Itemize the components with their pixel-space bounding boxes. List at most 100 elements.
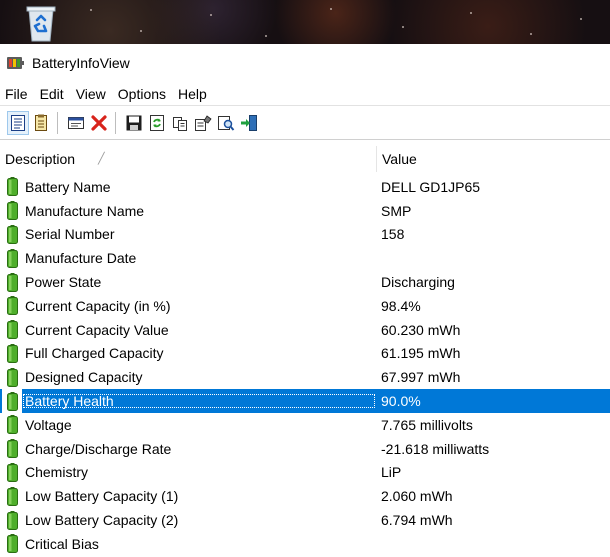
star bbox=[330, 8, 332, 10]
list-row[interactable]: Current Capacity Value 60.230 mWh bbox=[0, 318, 610, 342]
star bbox=[140, 30, 142, 32]
menu-options[interactable]: Options bbox=[112, 83, 172, 105]
battery-icon bbox=[2, 318, 22, 342]
star bbox=[210, 14, 212, 16]
list-row[interactable]: Low Battery Capacity (2) 6.794 mWh bbox=[0, 508, 610, 532]
menu-bar: File Edit View Options Help bbox=[0, 83, 610, 105]
row-value: 61.195 mWh bbox=[381, 345, 461, 362]
star bbox=[580, 18, 582, 20]
row-description: Low Battery Capacity (2) bbox=[25, 512, 179, 529]
battery-icon bbox=[2, 199, 22, 223]
copy-button[interactable] bbox=[169, 111, 191, 135]
star bbox=[402, 26, 404, 28]
row-value: -21.618 milliwatts bbox=[381, 440, 490, 457]
list-row[interactable]: Manufacture Name SMP bbox=[0, 199, 610, 223]
list-header: Description ╱ Value bbox=[0, 146, 610, 172]
list-row[interactable]: Chemistry LiP bbox=[0, 461, 610, 485]
row-description: Full Charged Capacity bbox=[25, 345, 164, 362]
battery-icon bbox=[2, 413, 22, 437]
battery-icon bbox=[2, 532, 22, 556]
column-header-description[interactable]: Description ╱ bbox=[0, 146, 376, 172]
save-button[interactable] bbox=[123, 111, 145, 135]
list-row[interactable]: Low Battery Capacity (1) 2.060 mWh bbox=[0, 484, 610, 508]
row-value: LiP bbox=[381, 464, 402, 481]
row-value: 60.230 mWh bbox=[381, 321, 461, 338]
sort-ascending-icon: ╱ bbox=[98, 153, 105, 165]
row-description: Serial Number bbox=[25, 226, 115, 243]
row-value: 67.997 mWh bbox=[381, 369, 461, 386]
row-description: Power State bbox=[25, 274, 102, 291]
battery-icon bbox=[2, 223, 22, 247]
recycle-bin-icon[interactable] bbox=[24, 4, 58, 42]
find-icon bbox=[217, 114, 235, 132]
delete-icon bbox=[90, 114, 108, 132]
list-row[interactable]: Battery Health 90.0% bbox=[0, 389, 610, 413]
exit-icon bbox=[240, 114, 258, 132]
star bbox=[90, 9, 92, 11]
toolbar-separator bbox=[115, 111, 116, 134]
window-title: BatteryInfoView bbox=[32, 54, 130, 71]
row-value: Discharging bbox=[381, 274, 455, 291]
row-description: Low Battery Capacity (1) bbox=[25, 488, 179, 505]
copy-icon bbox=[171, 114, 189, 132]
column-header-description-label: Description bbox=[5, 151, 76, 167]
battery-icon bbox=[2, 342, 22, 366]
list-row[interactable]: Serial Number 158 bbox=[0, 223, 610, 247]
row-description: Battery Health bbox=[22, 393, 376, 409]
row-value: 7.765 millivolts bbox=[381, 416, 473, 433]
row-description: Designed Capacity bbox=[25, 369, 143, 386]
find-button[interactable] bbox=[215, 111, 237, 135]
row-description: Current Capacity (in %) bbox=[25, 297, 171, 314]
battery-info-mode-button[interactable] bbox=[7, 110, 29, 135]
menu-edit[interactable]: Edit bbox=[34, 83, 70, 105]
battery-log-mode-button[interactable] bbox=[30, 111, 52, 135]
battery-icon bbox=[2, 389, 22, 413]
list-row[interactable]: Power State Discharging bbox=[0, 270, 610, 294]
row-description: Battery Name bbox=[25, 178, 111, 195]
list-row[interactable]: Current Capacity (in %) 98.4% bbox=[0, 294, 610, 318]
row-description: Manufacture Date bbox=[25, 250, 137, 267]
refresh-button[interactable] bbox=[146, 111, 168, 135]
battery-info-mode-icon bbox=[10, 114, 26, 132]
list-row[interactable]: Manufacture Date bbox=[0, 246, 610, 270]
star bbox=[265, 35, 267, 37]
battery-log-mode-icon bbox=[33, 114, 49, 132]
star bbox=[470, 12, 472, 14]
delete-button[interactable] bbox=[88, 111, 110, 135]
menu-file[interactable]: File bbox=[0, 83, 34, 105]
battery-icon bbox=[2, 175, 22, 199]
list-row[interactable]: Voltage 7.765 millivolts bbox=[0, 413, 610, 437]
list-row[interactable]: Charge/Discharge Rate -21.618 milliwatts bbox=[0, 437, 610, 461]
properties-window-button[interactable] bbox=[65, 111, 87, 135]
column-header-value-label: Value bbox=[382, 151, 417, 167]
list-row[interactable]: Critical Bias bbox=[0, 532, 610, 556]
save-icon bbox=[125, 114, 143, 132]
html-report-icon bbox=[194, 114, 212, 132]
list-row[interactable]: Designed Capacity 67.997 mWh bbox=[0, 365, 610, 389]
battery-icon bbox=[2, 270, 22, 294]
toolbar-separator bbox=[57, 111, 58, 134]
row-value: SMP bbox=[381, 202, 412, 219]
exit-button[interactable] bbox=[238, 111, 260, 135]
battery-icon bbox=[2, 508, 22, 532]
row-description: Voltage bbox=[25, 416, 72, 433]
refresh-icon bbox=[148, 114, 166, 132]
row-description: Chemistry bbox=[25, 464, 89, 481]
battery-icon bbox=[2, 484, 22, 508]
menu-help[interactable]: Help bbox=[172, 83, 213, 105]
column-header-value[interactable]: Value bbox=[376, 146, 610, 172]
html-report-button[interactable] bbox=[192, 111, 214, 135]
battery-icon bbox=[2, 294, 22, 318]
properties-window-icon bbox=[67, 115, 85, 131]
battery-icon bbox=[2, 437, 22, 461]
row-value: 98.4% bbox=[381, 297, 421, 314]
row-value: 2.060 mWh bbox=[381, 488, 453, 505]
list-row[interactable]: Full Charged Capacity 61.195 mWh bbox=[0, 342, 610, 366]
title-bar[interactable]: BatteryInfoView bbox=[0, 44, 610, 81]
list-row[interactable]: Battery Name DELL GD1JP65 bbox=[0, 175, 610, 199]
row-value: 90.0% bbox=[381, 393, 421, 410]
row-description: Charge/Discharge Rate bbox=[25, 440, 172, 457]
menu-view[interactable]: View bbox=[70, 83, 112, 105]
toolbar bbox=[0, 105, 610, 140]
battery-icon bbox=[2, 365, 22, 389]
